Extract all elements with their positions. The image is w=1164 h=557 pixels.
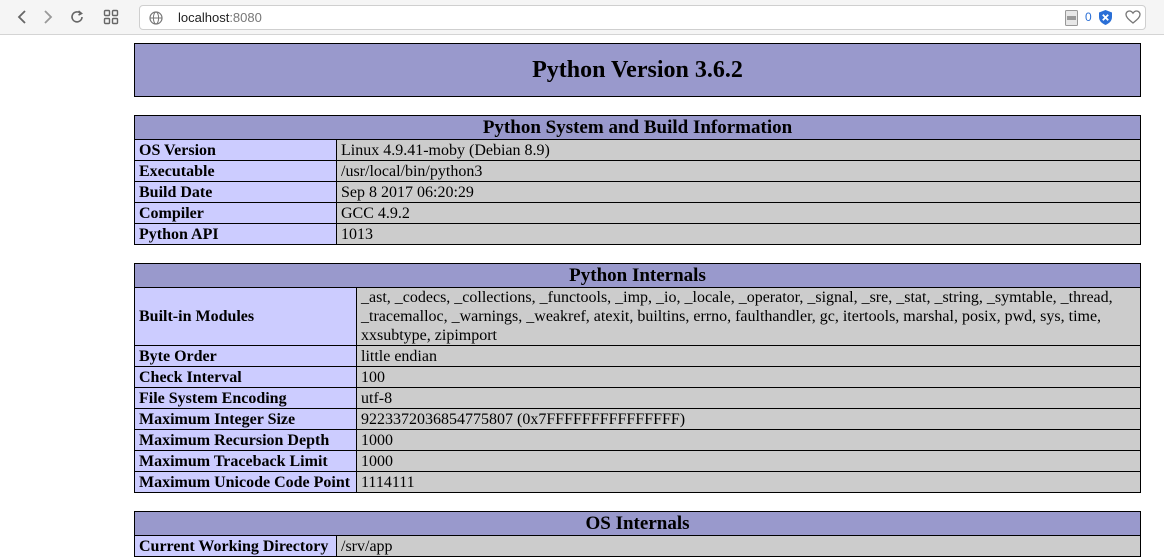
table-row: OS Version Linux 4.9.41-moby (Debian 8.9)	[134, 139, 1141, 161]
page-content: Python Version 3.6.2 Python System and B…	[134, 43, 1141, 557]
table-row: Compiler GCC 4.9.2	[134, 202, 1141, 224]
section-heading: OS Internals	[134, 511, 1141, 536]
version-header: Python Version 3.6.2	[134, 43, 1141, 97]
table-row: File System Encoding utf-8	[134, 387, 1141, 409]
page-title: Python Version 3.6.2	[532, 56, 743, 83]
row-key: Maximum Unicode Code Point	[134, 471, 357, 493]
row-value: little endian	[356, 345, 1141, 367]
section-heading: Python System and Build Information	[134, 115, 1141, 140]
grid-icon	[103, 9, 119, 25]
table-row: Current Working Directory/srv/app	[134, 535, 1141, 557]
row-key: Build Date	[134, 181, 337, 203]
speed-dial-button[interactable]	[100, 6, 122, 28]
table-row: Byte Order little endian	[134, 345, 1141, 367]
url-port: :8080	[229, 10, 262, 25]
row-key: OS Version	[134, 139, 337, 161]
table-row: Executable/usr/local/bin/python3	[134, 160, 1141, 182]
table-row: Build Date Sep 8 2017 06:20:29	[134, 181, 1141, 203]
row-key: Executable	[134, 160, 337, 182]
url-text[interactable]: localhost:8080	[178, 10, 262, 25]
row-key: Built-in Modules	[134, 287, 357, 346]
row-value: GCC 4.9.2	[336, 202, 1141, 224]
row-value: Sep 8 2017 06:20:29	[336, 181, 1141, 203]
browser-toolbar: localhost:8080 0	[0, 0, 1164, 35]
forward-button[interactable]	[37, 6, 59, 28]
row-value: 1114111	[356, 471, 1141, 493]
row-value: _ast, _codecs, _collections, _functools,…	[356, 287, 1141, 346]
back-button[interactable]	[11, 6, 33, 28]
row-value: 100	[356, 366, 1141, 388]
row-key: Current Working Directory	[134, 535, 337, 557]
heart-icon[interactable]	[1125, 10, 1141, 24]
system-build-table: Python System and Build Information OS V…	[134, 115, 1141, 245]
pdf-icon[interactable]	[1065, 10, 1078, 26]
extension-badge-count[interactable]: 0	[1085, 10, 1092, 24]
row-value: Linux 4.9.41-moby (Debian 8.9)	[336, 139, 1141, 161]
table-row: Maximum Recursion Depth 1000	[134, 429, 1141, 451]
row-value: 1013	[336, 223, 1141, 245]
chevron-right-icon	[44, 10, 53, 24]
table-row: Maximum Integer Size 9223372036854775807 …	[134, 408, 1141, 430]
reload-icon	[71, 10, 83, 23]
table-row: Built-in Modules _ast, _codecs, _collecti…	[134, 287, 1141, 346]
table-row: Maximum Traceback Limit 1000	[134, 450, 1141, 472]
address-bar[interactable]: localhost:8080 0	[139, 5, 1146, 30]
row-key: Maximum Integer Size	[134, 408, 357, 430]
row-key: Check Interval	[134, 366, 357, 388]
table-row: Maximum Unicode Code Point 1114111	[134, 471, 1141, 493]
url-host: localhost	[178, 10, 230, 25]
row-key: File System Encoding	[134, 387, 357, 409]
reload-button[interactable]	[66, 6, 88, 28]
globe-icon	[149, 11, 163, 25]
python-internals-table: Python Internals Built-in Modules _ast, _…	[134, 263, 1141, 493]
row-value: 1000	[356, 450, 1141, 472]
section-heading: Python Internals	[134, 263, 1141, 288]
table-row: Python API 1013	[134, 223, 1141, 245]
row-value: utf-8	[356, 387, 1141, 409]
row-value: 9223372036854775807 (0x7FFFFFFFFFFFFFFF)	[356, 408, 1141, 430]
chevron-left-icon	[17, 10, 26, 24]
shield-icon[interactable]	[1098, 9, 1113, 26]
row-key: Compiler	[134, 202, 337, 224]
table-row: Check Interval 100	[134, 366, 1141, 388]
row-value: /srv/app	[336, 535, 1141, 557]
os-internals-table: OS Internals Current Working Directory/s…	[134, 511, 1141, 557]
row-value: /usr/local/bin/python3	[336, 160, 1141, 182]
row-key: Byte Order	[134, 345, 357, 367]
row-key: Maximum Recursion Depth	[134, 429, 357, 451]
row-value: 1000	[356, 429, 1141, 451]
row-key: Maximum Traceback Limit	[134, 450, 357, 472]
row-key: Python API	[134, 223, 337, 245]
